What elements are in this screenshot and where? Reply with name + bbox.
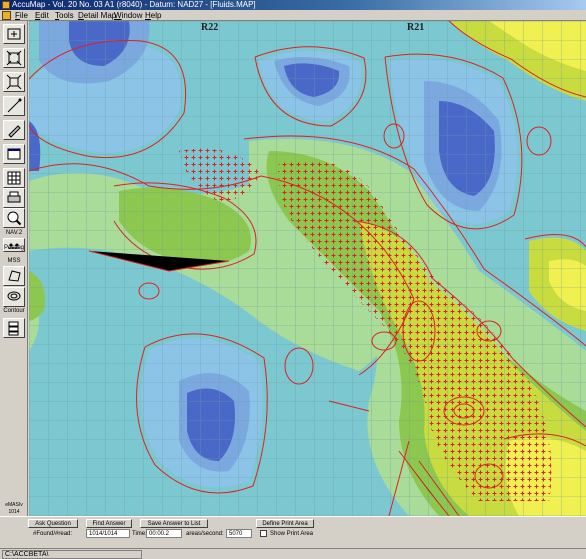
window-title-bar[interactable]: AccuMap - Vol. 20 No. 03 A1 (r8040) - Da… (0, 0, 586, 10)
grid-icon (7, 171, 21, 185)
found-value: 1014/1014 (86, 529, 130, 538)
grid-button[interactable] (3, 168, 25, 188)
time-value: 00:00.2 (146, 529, 182, 538)
polygon-icon (8, 270, 21, 282)
app-icon (2, 1, 10, 9)
menu-tools[interactable]: Tools (55, 10, 74, 21)
pencil-button[interactable] (3, 120, 25, 140)
zoom-in-button[interactable] (3, 48, 25, 68)
contour-button[interactable] (3, 287, 25, 307)
side-count-label: eMASIv 1014 (5, 502, 23, 515)
range-label-r21: R21 (407, 22, 425, 33)
measure-button[interactable] (3, 96, 25, 116)
pencil-icon (8, 125, 21, 138)
print-button[interactable] (3, 188, 25, 208)
contour-icon (7, 291, 21, 301)
time-label: Time: (132, 531, 147, 537)
menu-help[interactable]: Help (145, 10, 161, 21)
menu-bar: File Edit Tools Detail Map Window Help (0, 10, 586, 21)
document-icon[interactable] (2, 11, 11, 20)
query-status-panel: Ask Question Find Answer Save Answer to … (0, 516, 586, 548)
toolbar-label-posting: Posting (3, 245, 24, 251)
toolbar-label-mss: MSS (7, 258, 21, 264)
layers-icon (8, 321, 19, 336)
print-icon (7, 191, 21, 203)
pan-icon (7, 28, 21, 40)
zoom-in-icon (6, 50, 22, 66)
contour-map[interactable] (29, 21, 586, 516)
polygon-button[interactable] (3, 266, 25, 286)
menu-file[interactable]: File (15, 10, 28, 21)
measure-icon (7, 98, 22, 113)
current-path: C:\ACCBETA\ (2, 550, 142, 559)
menu-window[interactable]: Window (114, 10, 142, 21)
toolbar-label-nav: NAV.2 (5, 230, 23, 236)
range-label-r22: R22 (201, 22, 219, 33)
toolbar-label-contour: Contour (3, 308, 25, 314)
query-icon (7, 211, 22, 226)
define-print-area-button[interactable]: Define Print Area (256, 519, 314, 528)
find-answer-button[interactable]: Find Answer (86, 519, 132, 528)
areas-value: 5070 (226, 529, 252, 538)
window-button[interactable] (3, 144, 25, 164)
query-button[interactable] (3, 208, 25, 228)
save-answer-button[interactable]: Save Answer to List (140, 519, 208, 528)
found-label: #Found/#read: (33, 531, 73, 537)
map-canvas[interactable]: R22 R21 (29, 21, 586, 516)
window-title: AccuMap - Vol. 20 No. 03 A1 (r8040) - Da… (12, 0, 256, 9)
show-print-area-label: Show Print Area (270, 531, 314, 537)
path-bar: C:\ACCBETA\ (0, 548, 586, 559)
menu-detail-map[interactable]: Detail Map (78, 10, 116, 21)
menu-edit[interactable]: Edit (35, 10, 49, 21)
window-icon (7, 148, 21, 160)
pan-button[interactable] (3, 24, 25, 44)
show-print-area-checkbox[interactable] (260, 530, 267, 537)
ask-question-button[interactable]: Ask Question (28, 519, 78, 528)
zoom-out-icon (6, 74, 22, 90)
layers-button[interactable] (3, 318, 25, 338)
areas-label: areas/second: (186, 531, 224, 537)
left-toolbar: NAV.2 Posting MSS Contour (0, 21, 28, 516)
zoom-out-button[interactable] (3, 72, 25, 92)
